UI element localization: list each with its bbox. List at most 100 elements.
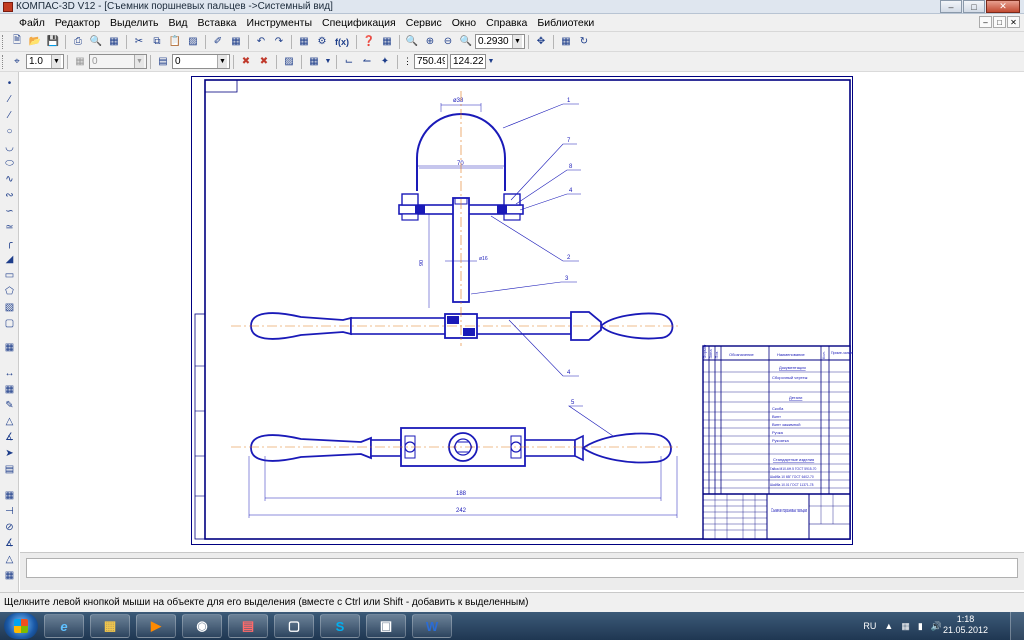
fillet-icon[interactable]: ╭ — [2, 238, 17, 250]
redo-icon[interactable]: ↷ — [271, 34, 287, 50]
refresh-icon[interactable]: ↻ — [576, 34, 592, 50]
menu-window[interactable]: Окно — [447, 17, 481, 29]
grid-icon[interactable]: ▦ — [306, 54, 322, 70]
snap-icon[interactable]: ✦ — [377, 54, 393, 70]
coord-x-field[interactable]: 750.495 — [414, 54, 448, 69]
toolbar-grip[interactable] — [2, 54, 5, 69]
nurbs-icon[interactable]: ≃ — [2, 222, 17, 234]
menu-help[interactable]: Справка — [481, 17, 532, 29]
parametrization-icon[interactable]: △ — [2, 416, 17, 428]
reports-icon[interactable]: ▦ — [2, 490, 17, 502]
taskbar-word[interactable]: W — [412, 614, 452, 638]
pan-icon[interactable]: ✥ — [533, 34, 549, 50]
open-folder-icon[interactable]: 📂 — [27, 34, 43, 50]
copy-icon[interactable]: ⧉ — [149, 34, 165, 50]
cut-icon[interactable]: ✂ — [131, 34, 147, 50]
zoom-scale-icon[interactable]: 🔍 — [458, 34, 474, 50]
clock[interactable]: 1:18 21.05.2012 — [943, 614, 988, 636]
menu-tools[interactable]: Инструменты — [242, 17, 317, 29]
taskbar-app-8[interactable]: ▣ — [366, 614, 406, 638]
taskbar-kompas[interactable]: ◉ — [182, 614, 222, 638]
menu-service[interactable]: Сервис — [401, 17, 447, 29]
minimize-button[interactable]: – — [940, 0, 962, 13]
doc-close-button[interactable]: ✕ — [1007, 16, 1020, 28]
paste-icon[interactable]: 📋 — [167, 34, 183, 50]
view-scale-icon[interactable]: ⌖ — [9, 54, 25, 70]
rectangle-icon[interactable]: ▭ — [2, 270, 17, 282]
local-cs-icon[interactable]: ⌙ — [341, 54, 357, 70]
chevron-down-icon[interactable]: ▼ — [134, 55, 144, 68]
ellipse-icon[interactable]: ⬭ — [2, 158, 17, 170]
circle-icon[interactable]: ○ — [2, 126, 17, 138]
power-icon[interactable]: ▮ — [918, 621, 923, 632]
menu-insert[interactable]: Вставка — [192, 17, 241, 29]
select-icon[interactable]: ➤ — [2, 448, 17, 460]
geometry-panel-icon[interactable]: ▦ — [2, 342, 17, 354]
menu-select[interactable]: Выделить — [105, 17, 163, 29]
zoom-out-icon[interactable]: ⊖ — [440, 34, 456, 50]
chevron-down-icon[interactable]: ▼ — [512, 35, 522, 48]
menu-file[interactable]: Файл — [14, 17, 50, 29]
layers-icon[interactable]: ▤ — [155, 54, 171, 70]
help-icon[interactable]: ▦ — [379, 34, 395, 50]
filter-off-icon[interactable]: ✖ — [256, 54, 272, 70]
trim-icon[interactable]: ∡ — [2, 538, 17, 550]
auxiliary-line-icon[interactable]: ∕ — [2, 94, 17, 106]
network-icon[interactable]: ▦ — [901, 621, 910, 632]
specification-icon[interactable]: ▤ — [2, 464, 17, 476]
taskbar-media[interactable]: ▶ — [136, 614, 176, 638]
print-preview-icon[interactable]: 🔍 — [88, 34, 104, 50]
hatch-icon[interactable]: ▨ — [281, 54, 297, 70]
hatch-fill-icon[interactable]: ▧ — [2, 302, 17, 314]
zoom-in-icon[interactable]: ⊕ — [422, 34, 438, 50]
library-manager-icon[interactable]: ⚙ — [314, 34, 330, 50]
volume-icon[interactable]: 🔊 — [931, 621, 942, 632]
coord-y-field[interactable]: 124.226 — [450, 54, 486, 69]
preview-icon[interactable]: ▦ — [106, 34, 122, 50]
segment-icon[interactable]: ∕ — [2, 110, 17, 122]
chevron-down-icon[interactable]: ▼ — [324, 54, 332, 70]
command-input[interactable] — [26, 558, 1018, 578]
layer-select[interactable]: 0 ▼ — [89, 54, 147, 69]
fragment-icon[interactable]: ⊘ — [2, 522, 17, 534]
style-select[interactable]: 0 ▼ — [172, 54, 230, 69]
manager-icon[interactable]: ▦ — [296, 34, 312, 50]
chevron-down-icon[interactable]: ▼ — [487, 54, 495, 70]
variables-icon[interactable]: f(x) — [332, 34, 352, 50]
taskbar-skype[interactable]: S — [320, 614, 360, 638]
spline-icon[interactable]: ∾ — [2, 190, 17, 202]
view-icon[interactable]: ▦ — [2, 570, 17, 582]
print-icon[interactable]: ⎙ — [70, 34, 86, 50]
measure-icon[interactable]: ∡ — [2, 432, 17, 444]
view-scale-select[interactable]: 1.0 ▼ — [26, 54, 64, 69]
orthogonal-mode-icon[interactable]: ↼ — [359, 54, 375, 70]
chevron-down-icon[interactable]: ▼ — [217, 55, 227, 68]
arc-icon[interactable]: ◡ — [2, 142, 17, 154]
menu-view[interactable]: Вид — [163, 17, 192, 29]
taskbar-app-6[interactable]: ▢ — [274, 614, 314, 638]
filter-icon[interactable]: ✖ — [238, 54, 254, 70]
menu-libraries[interactable]: Библиотеки — [532, 17, 599, 29]
language-indicator[interactable]: RU — [863, 621, 876, 631]
bezier-icon[interactable]: ∽ — [2, 206, 17, 218]
point-icon[interactable]: • — [2, 78, 17, 90]
show-desktop-button[interactable] — [1010, 612, 1024, 640]
properties-icon[interactable]: ▦ — [228, 34, 244, 50]
zoom-input[interactable]: 0.2930 ▼ — [475, 34, 525, 49]
show-all-icon[interactable]: ▦ — [558, 34, 574, 50]
new-document-icon[interactable]: 🗎 — [9, 34, 25, 50]
chamfer-icon[interactable]: ◢ — [2, 254, 17, 266]
paste-special-icon[interactable]: ▨ — [185, 34, 201, 50]
save-icon[interactable]: 💾 — [45, 34, 61, 50]
tray-expand-icon[interactable]: ▲ — [884, 621, 893, 631]
taskbar-app-5[interactable]: ▤ — [228, 614, 268, 638]
specification-table[interactable]: Формат Зона Поз. Обозначение Наименовани… — [702, 344, 853, 540]
designations-icon[interactable]: ▦ — [2, 384, 17, 396]
toolbar-grip[interactable] — [2, 34, 5, 49]
contour-icon[interactable]: ▢ — [2, 318, 17, 330]
start-button[interactable] — [4, 613, 38, 639]
maximize-button[interactable]: □ — [963, 0, 985, 13]
chevron-down-icon[interactable]: ▼ — [51, 55, 61, 68]
insert-icon[interactable]: ⊣ — [2, 506, 17, 518]
drawing-sheet[interactable]: ø38 70 ø16 90 1 7 8 4 2 3 4 5 188 242 Фо… — [191, 76, 853, 545]
